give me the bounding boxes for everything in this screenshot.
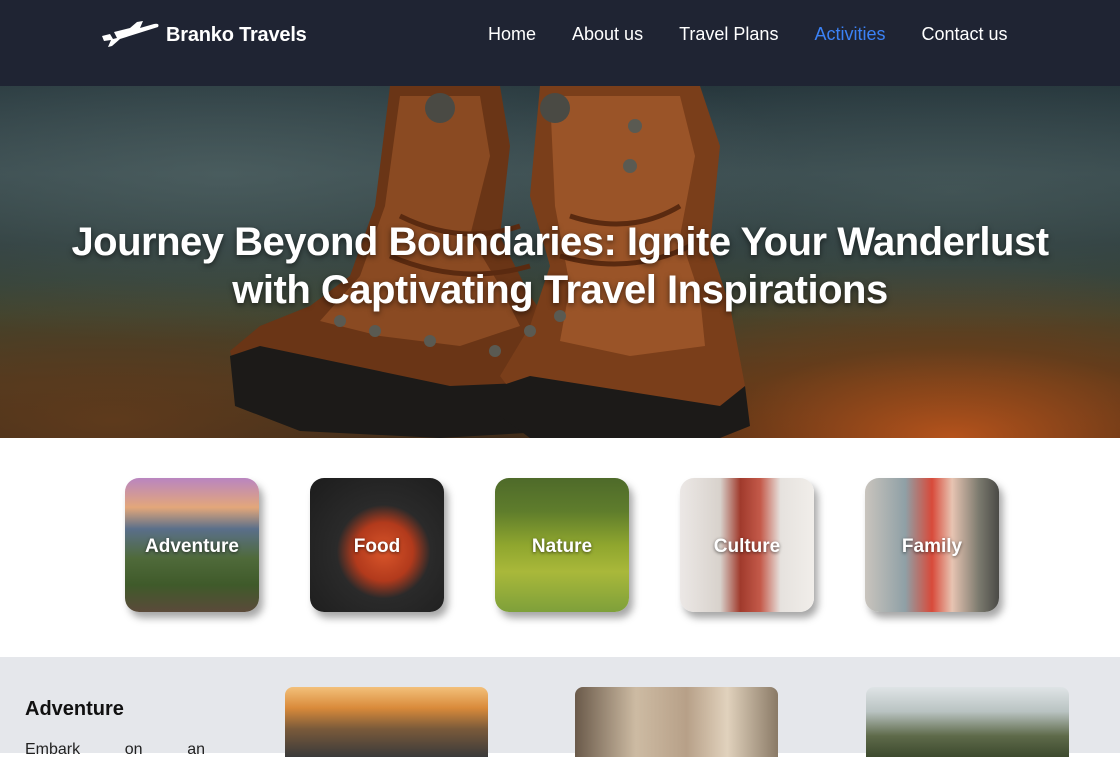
activity-photo-zipline — [866, 687, 1069, 757]
section-title: Adventure — [25, 698, 124, 720]
category-label: Culture — [713, 536, 781, 557]
category-card-adventure[interactable]: Adventure — [125, 478, 259, 612]
activity-photo-hikers — [285, 687, 488, 757]
nav-about-link[interactable]: About us — [572, 24, 643, 45]
category-label: Adventure — [145, 536, 239, 557]
category-card-culture[interactable]: Culture — [680, 478, 814, 612]
nav-contact-link[interactable]: Contact us — [921, 24, 1007, 45]
nav-home-link[interactable]: Home — [488, 24, 536, 45]
category-card-nature[interactable]: Nature — [495, 478, 629, 612]
nav-activities-link[interactable]: Activities — [814, 24, 885, 45]
category-card-food[interactable]: Food — [310, 478, 444, 612]
airplane-icon — [102, 21, 159, 47]
brand-logo-link[interactable]: Branko Travels — [100, 20, 307, 50]
category-card-family[interactable]: Family — [865, 478, 999, 612]
hero-title: Journey Beyond Boundaries: Ignite Your W… — [71, 220, 1049, 312]
activity-photo-climbing — [575, 687, 778, 757]
brand-name: Branko Travels — [166, 23, 307, 46]
main-nav: Home About us Travel Plans Activities Co… — [488, 24, 1008, 45]
category-label: Family — [901, 536, 963, 557]
category-label: Nature — [531, 536, 593, 557]
nav-travel-plans-link[interactable]: Travel Plans — [679, 24, 778, 45]
section-description: Embark on an — [25, 741, 205, 758]
hero-banner: Journey Beyond Boundaries: Ignite Your W… — [0, 86, 1120, 438]
top-navigation-bar: Branko Travels Home About us Travel Plan… — [0, 0, 1120, 86]
category-cards: Adventure Food Nature Culture Family — [0, 438, 1120, 657]
category-label: Food — [353, 536, 401, 557]
activity-detail-section: Adventure Embark on an — [0, 657, 1120, 758]
